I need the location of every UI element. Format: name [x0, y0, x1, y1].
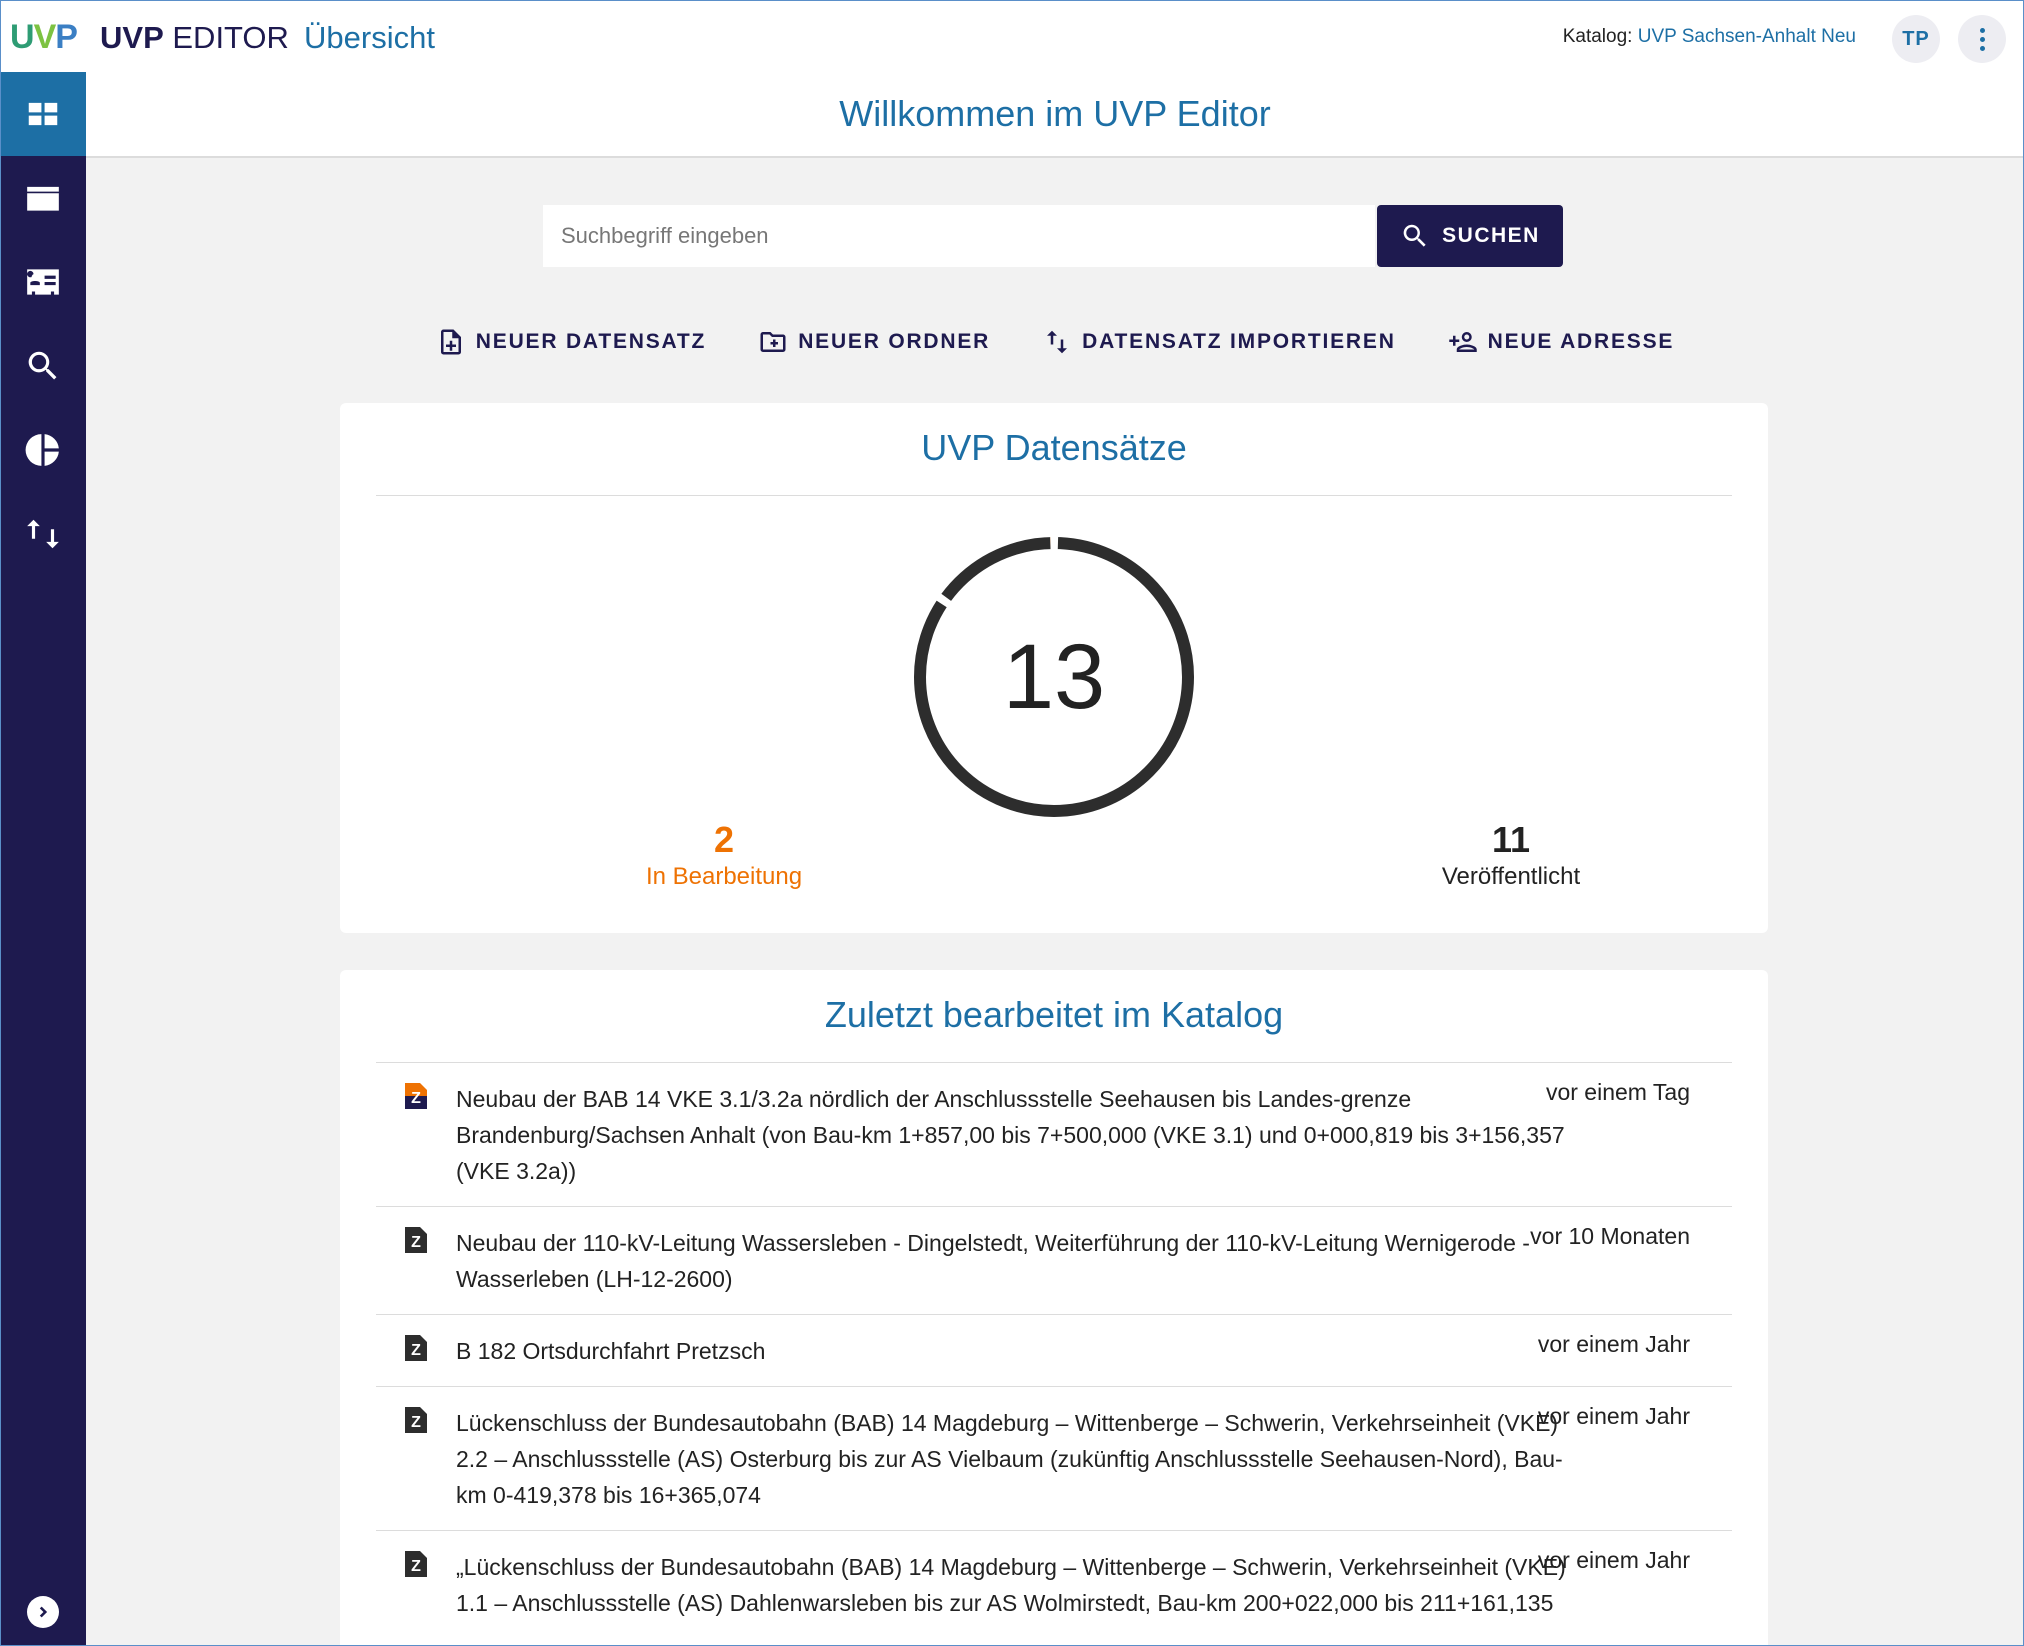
document-in-progress-icon: Z [405, 1083, 427, 1109]
sidebar-item-reports[interactable] [0, 408, 86, 492]
recent-item-title: „Lückenschluss der Bundesautobahn (BAB) … [456, 1554, 1566, 1616]
sidebar-item-import-export[interactable] [0, 492, 86, 576]
recent-item-time: vor 10 Monaten [1530, 1223, 1690, 1249]
search-icon [1403, 224, 1426, 247]
sidebar-item-dashboard[interactable] [0, 72, 86, 156]
list-item[interactable]: Z Lückenschluss der Bundesautobahn (BAB)… [376, 1386, 1732, 1530]
kebab-dot [1979, 45, 1985, 51]
list-item[interactable]: Z „Lückenschluss der Bundesautobahn (BAB… [376, 1530, 1732, 1646]
page-breadcrumb: Übersicht [304, 20, 435, 55]
svg-text:Z: Z [411, 1090, 421, 1107]
recent-item-time: vor einem Jahr [1537, 1403, 1690, 1429]
new-address-button[interactable]: NEUE ADRESSE [1448, 320, 1675, 364]
app-name-rest: EDITOR [172, 20, 289, 55]
import-arrows-icon [1047, 330, 1068, 354]
svg-text:Z: Z [411, 1342, 421, 1359]
list-item[interactable]: Z Neubau der BAB 14 VKE 3.1/3.2a nördlic… [376, 1062, 1732, 1206]
dashboard-icon [28, 102, 58, 126]
search-button[interactable]: SUCHEN [1377, 205, 1563, 267]
new-dataset-label: NEUER DATENSATZ [475, 330, 707, 353]
svg-text:Z: Z [411, 1558, 421, 1575]
recent-title: Zuletzt bearbeitet im Katalog [824, 994, 1284, 1035]
main-content: Willkommen im UVP Editor SUCHEN NEUER DA… [86, 72, 2024, 1646]
sidebar-item-addresses[interactable] [0, 240, 86, 324]
status-icon-cell: Z [376, 1225, 456, 1314]
recent-item-title: Neubau der BAB 14 VKE 3.1/3.2a nördlich … [456, 1086, 1565, 1184]
recent-item-title: B 182 Ortsdurchfahrt Pretzsch [456, 1338, 766, 1364]
folder-icon [27, 186, 59, 211]
kebab-dot [1979, 27, 1985, 33]
status-icon-cell: Z [376, 1081, 456, 1206]
import-dataset-label: DATENSATZ IMPORTIEREN [1082, 330, 1396, 353]
search-bar: SUCHEN [543, 205, 1563, 267]
search-button-label: SUCHEN [1442, 224, 1540, 247]
catalog-name[interactable]: UVP Sachsen-Anhalt Neu [1638, 26, 1856, 47]
more-menu-button[interactable] [1958, 15, 2006, 63]
recent-datasets-card: Zuletzt bearbeitet im Katalog Z Neubau d… [340, 970, 1768, 1646]
recent-item-time: vor einem Jahr [1537, 1547, 1690, 1573]
datasets-donut[interactable]: 13 [908, 531, 1200, 823]
catalog-indicator: Katalog: UVP Sachsen-Anhalt Neu [1563, 26, 1856, 48]
recent-item-time: vor einem Tag [1545, 1079, 1690, 1105]
published-count: 11 [1491, 819, 1531, 860]
sidebar-item-documents[interactable] [0, 156, 86, 240]
app-title: UVP EDITOR [100, 20, 289, 56]
page-title: Willkommen im UVP Editor [839, 93, 1271, 134]
add-person-icon [1448, 332, 1477, 352]
document-published-icon: Z [405, 1227, 427, 1253]
welcome-bar: Willkommen im UVP Editor [86, 72, 2024, 158]
datasets-stats-card: UVP Datensätze 13 2 In Bearbeitung 11 Ve… [340, 403, 1768, 933]
search-input[interactable] [543, 205, 1375, 267]
chevron-right-icon [39, 1606, 48, 1618]
search-icon [28, 351, 57, 380]
user-avatar-button[interactable]: TP [1892, 15, 1940, 63]
sidebar-expand-button[interactable] [27, 1596, 59, 1628]
stats-title: UVP Datensätze [921, 427, 1187, 468]
recent-item-title: Lückenschluss der Bundesautobahn (BAB) 1… [456, 1410, 1563, 1508]
total-count: 13 [1002, 625, 1106, 728]
new-dataset-button[interactable]: NEUER DATENSATZ [436, 320, 706, 364]
status-icon-cell: Z [376, 1405, 456, 1530]
uvp-logo[interactable]: UVP [10, 18, 78, 56]
import-dataset-button[interactable]: DATENSATZ IMPORTIEREN [1042, 320, 1396, 364]
list-item[interactable]: Z B 182 Ortsdurchfahrt Pretzsch vor eine… [376, 1314, 1732, 1386]
import-export-icon [27, 519, 59, 549]
pie-chart-icon [25, 434, 59, 466]
new-folder-icon [760, 332, 786, 352]
published-label: Veröffentlicht [1441, 863, 1581, 890]
top-bar: UVP UVP EDITOR Übersicht Katalog: UVP Sa… [0, 0, 2024, 72]
svg-text:Z: Z [411, 1414, 421, 1431]
new-folder-label: NEUER ORDNER [798, 330, 991, 353]
app-name-bold: UVP [100, 20, 164, 55]
in-progress-label: In Bearbeitung [645, 863, 803, 890]
new-document-icon [440, 329, 461, 355]
stats-divider [376, 495, 1732, 496]
status-icon-cell: Z [376, 1333, 456, 1386]
recent-list: Z Neubau der BAB 14 VKE 3.1/3.2a nördlic… [376, 1062, 1732, 1646]
svg-text:Z: Z [411, 1234, 421, 1251]
document-published-icon: Z [405, 1335, 427, 1361]
catalog-label: Katalog: [1562, 26, 1633, 47]
new-address-label: NEUE ADRESSE [1487, 330, 1675, 353]
sidebar-item-research[interactable] [0, 324, 86, 408]
address-card-icon [27, 269, 59, 295]
document-published-icon: Z [405, 1551, 427, 1577]
document-published-icon: Z [405, 1407, 427, 1433]
in-progress-stat[interactable]: 2 In Bearbeitung [594, 819, 854, 891]
list-item[interactable]: Z Neubau der 110-kV-Leitung Wassersleben… [376, 1206, 1732, 1314]
kebab-dot [1979, 36, 1985, 42]
new-folder-button[interactable]: NEUER ORDNER [758, 320, 990, 364]
quick-actions: NEUER DATENSATZ NEUER ORDNER DATENSATZ I… [86, 320, 2024, 364]
in-progress-count: 2 [713, 819, 735, 860]
status-icon-cell: Z [376, 1549, 456, 1646]
recent-item-time: vor einem Jahr [1537, 1331, 1690, 1357]
sidebar [0, 72, 86, 1646]
published-stat[interactable]: 11 Veröffentlicht [1381, 819, 1641, 891]
recent-item-title: Neubau der 110-kV-Leitung Wassersleben -… [456, 1230, 1530, 1292]
